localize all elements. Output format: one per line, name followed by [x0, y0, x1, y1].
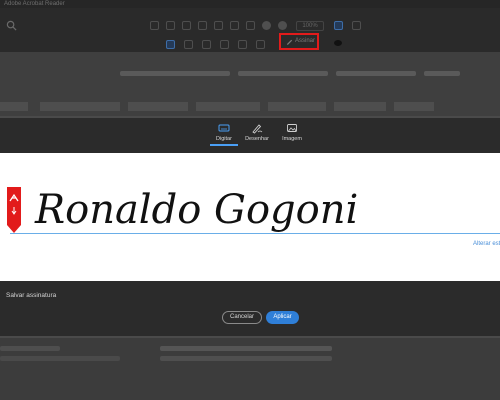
tab-image[interactable]: Imagem — [272, 122, 312, 146]
document-image — [128, 102, 188, 111]
document-text-line — [0, 346, 60, 351]
sign-tool-label: Assinar — [295, 38, 316, 44]
document-lower-backdrop — [0, 338, 500, 400]
signature-dialog: Digitar Desenhar Imagem Ronaldo Gogoni A… — [0, 116, 500, 338]
zoom-in-icon[interactable] — [278, 21, 287, 30]
document-image — [0, 102, 28, 111]
sign-tool-button[interactable]: Assinar — [279, 33, 319, 50]
document-image — [268, 102, 326, 111]
zoom-level-select[interactable]: 100% — [296, 21, 324, 31]
signature-canvas[interactable]: Ronaldo Gogoni Alterar estilo — [0, 153, 500, 281]
document-text-line — [336, 71, 416, 76]
document-text-line — [238, 71, 328, 76]
comment-icon[interactable] — [352, 21, 361, 30]
document-text-line — [160, 346, 332, 351]
tab-draw-label: Desenhar — [245, 136, 269, 142]
share-icon[interactable] — [334, 21, 343, 30]
signature-text: Ronaldo Gogoni — [34, 187, 358, 233]
save-signature-label[interactable]: Salvar assinatura — [6, 291, 56, 300]
email-icon[interactable] — [214, 21, 223, 30]
circle-tool-icon[interactable] — [220, 40, 229, 49]
dot-tool-icon[interactable] — [256, 40, 265, 49]
document-backdrop — [0, 52, 500, 116]
upload-icon[interactable] — [182, 21, 191, 30]
document-text-line — [0, 356, 120, 361]
change-style-link[interactable]: Alterar estilo — [473, 240, 500, 248]
bookmark-icon[interactable] — [166, 21, 175, 30]
title-bar: Adobe Acrobat Reader — [0, 0, 500, 8]
cancel-button[interactable]: Cancelar — [222, 311, 262, 324]
dialog-divider — [0, 116, 500, 118]
zoom-out-icon[interactable] — [262, 21, 271, 30]
line-tool-icon[interactable] — [238, 40, 247, 49]
hand-icon[interactable] — [246, 21, 255, 30]
print-icon[interactable] — [198, 21, 207, 30]
image-icon — [287, 124, 297, 132]
check-tool-icon[interactable] — [202, 40, 211, 49]
document-tab-title[interactable]: Adobe Acrobat Reader — [4, 0, 65, 8]
document-text-line — [160, 356, 332, 361]
adobe-acrobat-icon — [7, 187, 21, 233]
document-image — [394, 102, 434, 111]
sign-pen-icon — [286, 39, 293, 45]
document-image — [40, 102, 120, 111]
cross-tool-icon[interactable] — [184, 40, 193, 49]
keyboard-icon — [218, 124, 230, 132]
tab-draw[interactable]: Desenhar — [237, 122, 277, 146]
text-tool-icon[interactable] — [166, 40, 175, 49]
signature-preview: Ronaldo Gogoni — [34, 187, 358, 233]
cursor-icon[interactable] — [230, 21, 239, 30]
active-tab-indicator — [210, 144, 238, 146]
apply-button[interactable]: Aplicar — [266, 311, 299, 324]
pen-draw-icon — [252, 124, 263, 134]
document-image — [196, 102, 260, 111]
sign-toolbar — [0, 38, 500, 52]
search-icon[interactable] — [6, 20, 17, 31]
document-text-line — [424, 71, 460, 76]
document-image — [334, 102, 386, 111]
signature-baseline — [10, 233, 500, 234]
home-icon[interactable] — [150, 21, 159, 30]
tab-image-label: Imagem — [282, 136, 302, 142]
profile-avatar[interactable] — [334, 40, 342, 46]
document-text-line — [120, 71, 230, 76]
main-toolbar: 100% — [0, 8, 500, 38]
